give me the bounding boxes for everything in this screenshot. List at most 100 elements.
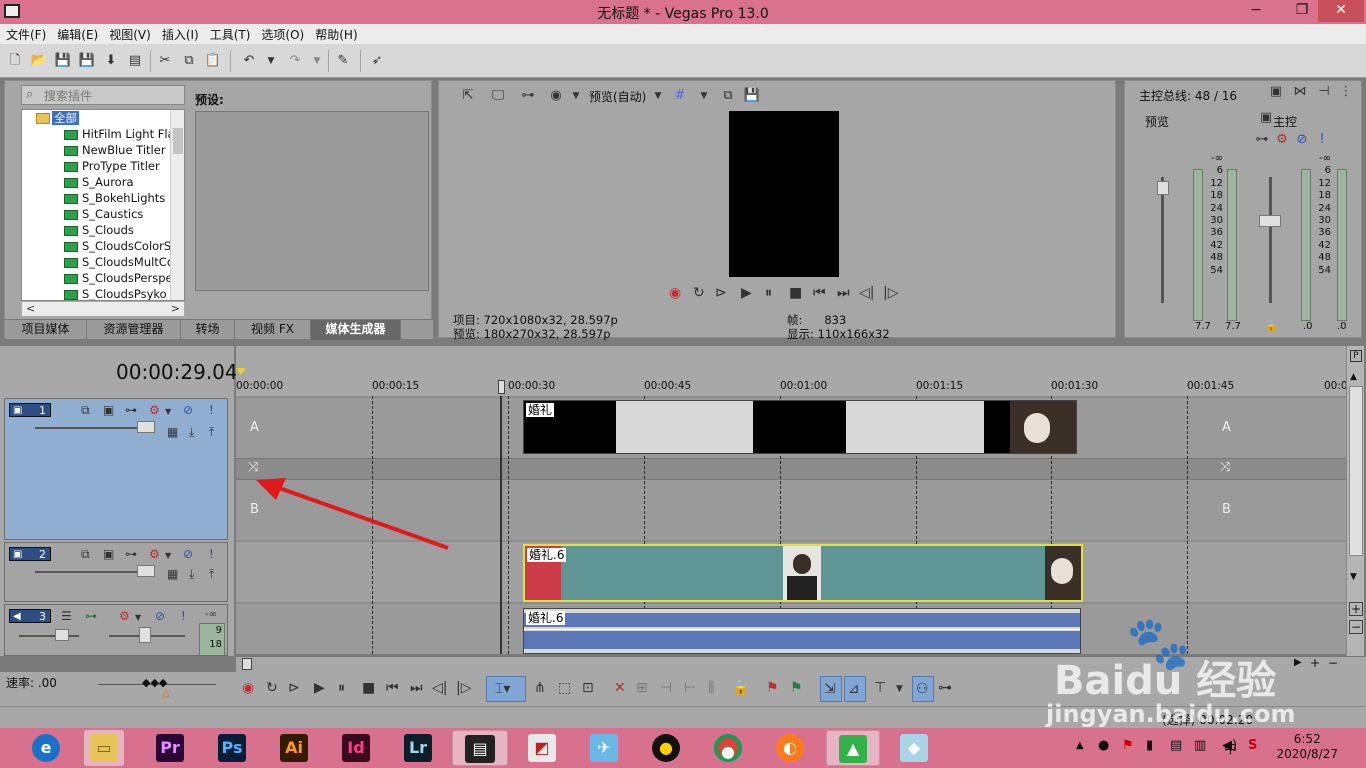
tree-item[interactable]: S_BokehLights <box>22 190 184 206</box>
grid-icon[interactable]: # <box>671 87 689 105</box>
open-folder-icon[interactable]: 📂 <box>30 52 48 70</box>
level-slider-knob[interactable] <box>137 421 155 433</box>
pan-slider-knob[interactable] <box>139 627 151 643</box>
play-icon[interactable]: ▶ <box>314 680 325 696</box>
menu-insert[interactable]: 插入(I) <box>156 24 204 43</box>
quality-dropdown-icon[interactable]: ▼ <box>649 87 667 105</box>
play-icon[interactable]: ▶ <box>741 285 752 301</box>
track-solo-icon[interactable]: ! <box>209 547 214 561</box>
tray-signal-icon[interactable]: ▥ <box>1194 738 1206 753</box>
grid-dropdown-icon[interactable]: ▼ <box>695 87 713 105</box>
tree-item[interactable]: ProType Titler <box>22 158 184 174</box>
motion-icon[interactable]: ⊶ <box>125 403 137 417</box>
scroll-thumb[interactable] <box>242 658 252 670</box>
preview-fader-track[interactable] <box>1161 177 1164 303</box>
transition-icon-right[interactable]: ⤨ <box>1220 460 1230 475</box>
motion-icon[interactable]: ⊶ <box>125 547 137 561</box>
level-slider-knob[interactable] <box>137 565 155 577</box>
lock-envelopes-icon[interactable]: ⚇ <box>912 676 934 702</box>
scroll-thumb[interactable] <box>173 128 183 154</box>
scroll-thumb[interactable] <box>1349 386 1363 556</box>
expand-up-icon[interactable]: ⤒ <box>209 425 214 440</box>
close-button[interactable]: ✕ <box>1318 0 1364 22</box>
record-icon[interactable]: ◉ <box>669 285 681 301</box>
track-fx-icon[interactable]: ⚙ <box>119 609 130 623</box>
play-from-start-icon[interactable]: ⊳ <box>715 285 727 301</box>
tree-item[interactable]: S_CloudsPsyko <box>22 286 184 300</box>
ignore-grouping-icon[interactable]: ⊤ <box>874 680 886 696</box>
save-snapshot-icon[interactable]: 💾 <box>743 87 761 105</box>
audio-track-3-header[interactable]: ◀ 3 ☰ ⊶ ⚙ ▼ ⊘ ! -∞ 9 18 <box>4 604 228 656</box>
preset-list[interactable] <box>195 111 429 291</box>
tree-item[interactable]: S_Caustics <box>22 206 184 222</box>
tray-qq-icon[interactable]: ● <box>1098 738 1109 753</box>
playhead-handle[interactable] <box>498 380 505 394</box>
premiere-icon[interactable]: Pr <box>150 730 190 766</box>
menu-options[interactable]: 选项(O) <box>255 24 309 43</box>
track-solo-icon[interactable]: ! <box>181 609 186 623</box>
tray-power-icon[interactable]: ▮ <box>1146 738 1153 753</box>
tray-network-icon[interactable]: ▤ <box>1170 738 1182 753</box>
track-mode-icon[interactable]: ▦ <box>167 567 178 581</box>
auto-ripple-icon[interactable]: ⇲ <box>820 676 842 702</box>
tree-item[interactable]: S_Clouds <box>22 222 184 238</box>
lock-icon[interactable]: 🔒 <box>732 680 749 696</box>
tab-explorer[interactable]: 资源管理器 <box>87 320 181 340</box>
redo-icon[interactable]: ↷ <box>286 52 304 70</box>
tree-item[interactable]: HitFilm Light Fla <box>22 126 184 142</box>
copy-snapshot-icon[interactable]: ⧉ <box>719 87 737 105</box>
track-fx-dropdown-icon[interactable]: ▼ <box>165 551 171 560</box>
app-green-red-icon[interactable]: ◩ <box>522 730 562 766</box>
zoom-out-icon[interactable]: − <box>1349 620 1363 634</box>
loop-region-marker[interactable] <box>236 368 246 375</box>
preview-fader-knob[interactable] <box>1157 181 1169 195</box>
tree-root[interactable]: 全部 <box>22 110 184 126</box>
properties-icon[interactable]: ▤ <box>126 52 144 70</box>
chrome-icon[interactable]: ● <box>708 730 748 766</box>
ignore-grouping-dropdown-icon[interactable]: ▼ <box>896 684 903 694</box>
help-pointer-icon[interactable]: ➶ <box>368 52 386 70</box>
tree-item[interactable]: S_CloudsColorS <box>22 238 184 254</box>
track-fx-icon[interactable]: ⚙ <box>149 547 160 561</box>
next-frame-icon[interactable]: |▷ <box>883 285 898 301</box>
trim-end-icon[interactable]: ⊢ <box>684 680 696 696</box>
normal-edit-tool-icon[interactable]: ⌶▾ <box>486 676 526 702</box>
pause-icon[interactable]: ⏸ <box>338 680 345 696</box>
overlay-dropdown-icon[interactable]: ▼ <box>567 87 585 105</box>
parent-overlay-icon[interactable]: ▣ <box>103 547 114 561</box>
track-mode-icon[interactable]: ▦ <box>167 425 178 439</box>
cut-icon[interactable]: ✂ <box>156 52 174 70</box>
level-slider[interactable] <box>35 427 145 429</box>
external-monitor-icon[interactable]: 🖵 <box>489 87 507 105</box>
scroll-down-icon[interactable]: ▼ <box>1350 572 1357 582</box>
track-fx-dropdown-icon[interactable]: ▼ <box>135 613 141 622</box>
maximize-button[interactable]: ❐ <box>1286 0 1318 22</box>
app-orange-icon[interactable]: ◐ <box>770 730 810 766</box>
menu-file[interactable]: 文件(F) <box>0 24 51 43</box>
undo-icon[interactable]: ↶ <box>240 52 258 70</box>
crossfade-icon[interactable]: ⊶ <box>938 680 952 696</box>
master-menu-icon[interactable]: ⋮ <box>1337 83 1355 101</box>
paste-icon[interactable]: 📋 <box>204 52 222 70</box>
trim-start-icon[interactable]: ⊣ <box>660 680 672 696</box>
expand-down-icon[interactable]: ⤓ <box>189 425 194 440</box>
marker-icon[interactable]: ⚑ <box>766 680 779 696</box>
master-settings-icon[interactable]: ▣ <box>1267 83 1285 101</box>
timeline-vertical-scrollbar[interactable]: P ▲ ▼ + − <box>1346 346 1364 656</box>
tray-expand-icon[interactable]: ▲ <box>1076 740 1084 751</box>
stop-icon[interactable]: ■ <box>362 680 375 696</box>
photoshop-icon[interactable]: Ps <box>212 730 252 766</box>
snapping-icon[interactable]: ⊿ <box>844 676 866 702</box>
master-fader-knob[interactable] <box>1259 215 1281 227</box>
mute-icon[interactable]: ⊘ <box>1293 131 1311 149</box>
tree-item[interactable]: S_CloudsPerspe <box>22 270 184 286</box>
split-icon[interactable]: ⫼ <box>708 680 714 696</box>
copy-icon[interactable]: ⧉ <box>180 52 198 70</box>
fx-gear-icon[interactable]: ⚙ <box>1273 131 1291 149</box>
record-icon[interactable]: ◉ <box>242 680 254 696</box>
ime-indicator[interactable]: 中 <box>1224 738 1237 757</box>
go-to-start-icon[interactable]: ⏮ <box>386 680 399 696</box>
audio-clip[interactable]: 婚礼.6 <box>523 608 1081 654</box>
pan-icon[interactable]: ⊶ <box>85 609 97 623</box>
scroll-right-icon[interactable]: > <box>171 302 180 316</box>
